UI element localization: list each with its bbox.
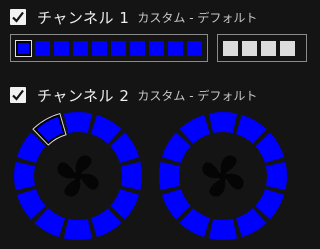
fan-icon (57, 155, 99, 197)
check-icon (12, 89, 24, 101)
led-10[interactable] (187, 40, 202, 56)
led-9[interactable] (168, 40, 183, 56)
fan-led-3[interactable] (236, 114, 267, 144)
led-1[interactable] (223, 40, 238, 56)
led-2[interactable] (35, 40, 50, 56)
fan-led-12[interactable] (161, 132, 191, 163)
fan-led-8[interactable] (63, 218, 93, 241)
fan-led-6[interactable] (255, 189, 285, 220)
channel-1-name: チャンネル 1 (37, 8, 130, 27)
led-strip-1 (10, 34, 208, 62)
fan-led-2[interactable] (208, 112, 238, 134)
led-7[interactable] (130, 40, 145, 56)
channel-2-name: チャンネル 2 (37, 86, 130, 105)
fan-led-4[interactable] (255, 132, 285, 163)
channel-1-header: チャンネル 1 カスタム - デフォルト (10, 6, 257, 28)
channel-2-checkbox[interactable] (10, 87, 26, 103)
fan-led-9[interactable] (34, 208, 65, 238)
led-6[interactable] (111, 40, 126, 56)
led-4[interactable] (73, 40, 88, 56)
fan-1 (13, 112, 142, 241)
fan-led-7[interactable] (91, 208, 122, 238)
led-strip-2 (217, 34, 307, 62)
check-icon (12, 11, 24, 23)
led-3[interactable] (261, 40, 276, 56)
fan-led-4[interactable] (110, 132, 140, 163)
fan-led-5[interactable] (265, 161, 287, 191)
fan-led-5[interactable] (120, 161, 142, 191)
led-4[interactable] (280, 40, 295, 56)
fan-led-1[interactable] (32, 112, 67, 146)
channel-2-profile: カスタム - デフォルト (137, 88, 258, 103)
fan-led-1[interactable] (179, 114, 210, 144)
fan-led-2[interactable] (63, 112, 93, 134)
led-3[interactable] (54, 40, 69, 56)
fan-led-9[interactable] (179, 208, 210, 238)
fan-led-6[interactable] (110, 189, 140, 220)
fan-led-7[interactable] (236, 208, 267, 238)
fan-led-11[interactable] (13, 161, 36, 191)
led-5[interactable] (92, 40, 107, 56)
fan-led-11[interactable] (159, 161, 181, 191)
led-2[interactable] (242, 40, 257, 56)
led-1[interactable] (16, 40, 31, 56)
channel-1-profile: カスタム - デフォルト (137, 10, 258, 25)
led-8[interactable] (149, 40, 164, 56)
fan-led-3[interactable] (91, 114, 122, 144)
fan-led-10[interactable] (16, 189, 46, 220)
channel-2-header: チャンネル 2 カスタム - デフォルト (10, 84, 257, 106)
channel-1-checkbox[interactable] (10, 9, 26, 25)
fan-led-10[interactable] (161, 189, 191, 220)
fan-led-8[interactable] (208, 218, 238, 241)
fan-icon (202, 155, 244, 197)
fan-2 (159, 112, 287, 241)
